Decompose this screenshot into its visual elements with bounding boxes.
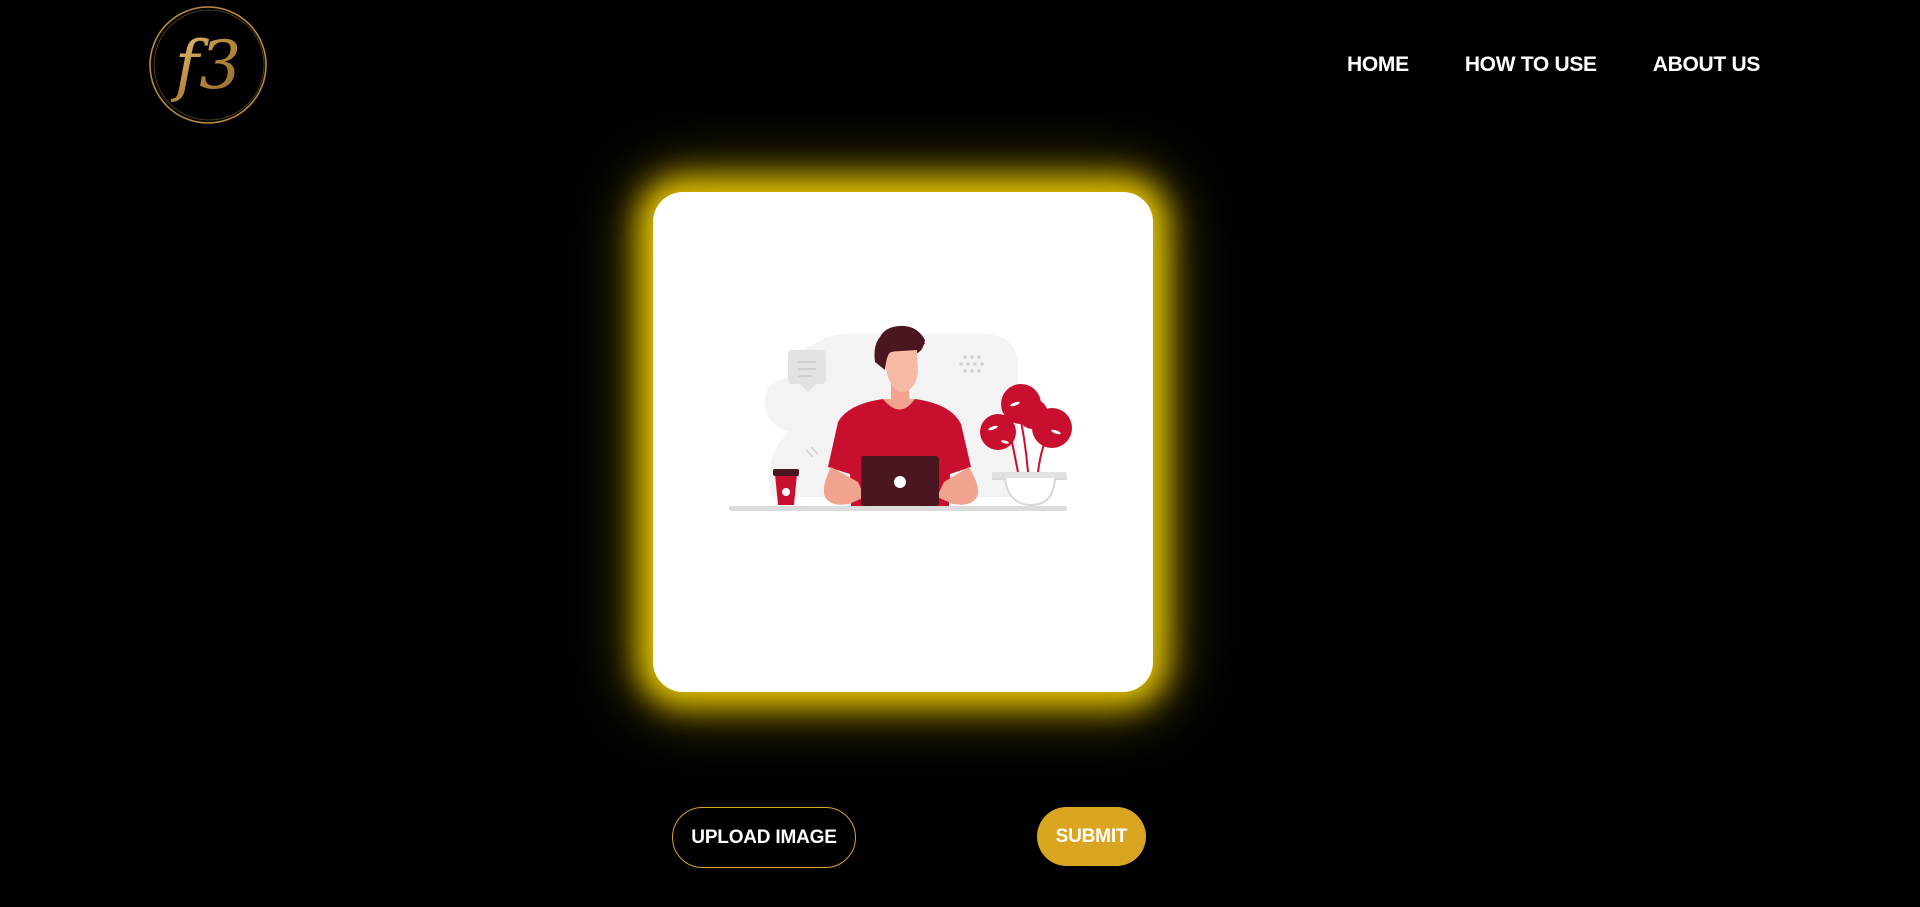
nav-home[interactable]: HOME	[1347, 53, 1409, 77]
nav-about-us[interactable]: ABOUT US	[1653, 53, 1761, 77]
nav-how-to-use[interactable]: HOW TO USE	[1465, 53, 1597, 77]
image-preview-card	[653, 192, 1153, 692]
person-laptop-illustration	[729, 325, 1072, 511]
main-nav: HOME HOW TO USE ABOUT US	[1347, 53, 1760, 77]
upload-image-button[interactable]: UPLOAD IMAGE	[672, 807, 856, 868]
logo-emblem: f3	[149, 6, 267, 124]
logo[interactable]: f3	[147, 4, 269, 126]
desk	[729, 506, 1067, 511]
chat-bubble-icon	[788, 350, 826, 384]
submit-button[interactable]: SUBMIT	[1037, 807, 1146, 866]
logo-text: f3	[170, 27, 241, 104]
page: f3 HOME HOW TO USE ABOUT US UPLOAD IMAGE…	[0, 0, 1920, 907]
